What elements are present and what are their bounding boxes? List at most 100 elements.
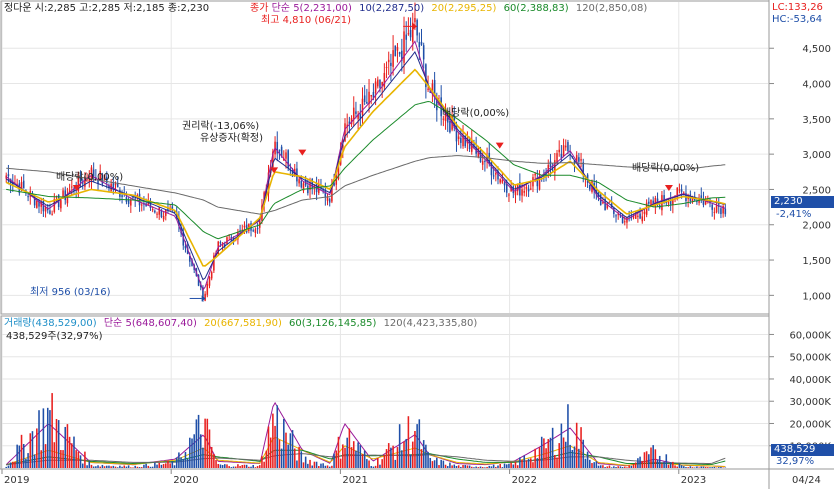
volume-bar: [342, 444, 344, 468]
volume-bar: [634, 462, 637, 468]
volume-bar: [687, 467, 689, 468]
candle-body: [154, 210, 156, 213]
volume-bar: [62, 450, 64, 468]
volume-bar: [243, 464, 246, 468]
volume-bar: [357, 442, 359, 468]
volume-bar: [683, 466, 685, 468]
ma-legend: 종가 단순 5(2,231,00) 10(2,287,50) 20(2,295,…: [250, 3, 647, 15]
volume-bar: [217, 463, 220, 468]
current-price-tag: 2,230: [771, 196, 834, 208]
candle-body: [383, 72, 386, 88]
volume-bar: [477, 467, 480, 468]
volume-bar: [536, 458, 539, 468]
volume-bar: [309, 459, 311, 468]
volume-bar: [121, 466, 123, 468]
volume-bar: [575, 422, 578, 468]
candle-body: [639, 213, 641, 219]
volume-bar: [632, 464, 635, 468]
volume-bar: [331, 465, 333, 468]
volume-bar: [595, 461, 598, 468]
candle-body: [523, 190, 526, 193]
candle-body: [140, 204, 143, 206]
candle-body: [379, 79, 381, 88]
candle-body: [414, 18, 416, 23]
volume-bar: [628, 465, 630, 468]
candle-body: [252, 230, 254, 232]
current-volume: 438,529: [774, 444, 816, 455]
volume-bar: [191, 438, 193, 468]
volume-bar: [158, 462, 161, 468]
volume-bar: [615, 467, 617, 468]
candle-body: [711, 204, 713, 210]
candle-body: [394, 45, 397, 57]
volume-bar: [138, 467, 141, 468]
stock-chart[interactable]: 1,000 1,500 2,000 2,500 3,000 3,500 4,000 4,500…: [0, 0, 834, 489]
volume-bar: [256, 466, 259, 468]
volume-bar: [322, 463, 324, 468]
volume-bar: [213, 453, 215, 468]
volume-bar: [707, 467, 709, 468]
volume-bar: [425, 444, 427, 468]
candle-body: [449, 120, 451, 133]
candle-body: [637, 215, 639, 217]
volume-bar: [407, 416, 410, 468]
volume-bar: [665, 454, 668, 468]
candle-body: [508, 194, 510, 196]
candle-body: [720, 208, 722, 215]
volume-bar: [674, 465, 676, 468]
volume-bar: [663, 461, 665, 468]
volume-bar: [501, 467, 504, 468]
volume-bar: [285, 432, 287, 468]
volume-bar: [405, 438, 407, 468]
volume-bar: [650, 447, 652, 468]
volume-bar: [293, 448, 296, 468]
candle-body: [405, 34, 407, 40]
price-tick-label: 1,000: [802, 291, 831, 302]
volume-bar: [499, 463, 501, 468]
volume-bar: [119, 465, 121, 468]
candle-body: [204, 293, 206, 301]
volume-bar: [346, 437, 348, 468]
candle-body: [667, 202, 670, 204]
volume-bar: [311, 465, 314, 468]
candle-body: [623, 221, 626, 223]
candle-body: [254, 229, 257, 233]
volume-bar: [429, 457, 432, 468]
volume-bar: [492, 464, 495, 468]
volume-bar: [248, 466, 250, 468]
candle-body: [51, 213, 53, 215]
candle-body: [700, 195, 703, 199]
candle-body: [580, 159, 582, 161]
volume-bar: [560, 423, 563, 468]
candle-body: [151, 209, 154, 211]
volume-bar: [558, 443, 560, 468]
volume-bar: [551, 427, 554, 468]
candle-body: [71, 186, 73, 188]
volume-bar: [604, 467, 606, 468]
volume-bar: [254, 467, 257, 468]
volume-bar: [470, 466, 473, 468]
volume-bar: [114, 466, 117, 468]
candle-body: [328, 198, 331, 203]
volume-bar: [112, 465, 115, 468]
volume-bar: [171, 461, 174, 468]
candle-body: [534, 173, 536, 176]
candle-body: [363, 95, 366, 103]
volume-bar: [444, 464, 447, 468]
volume-bar: [9, 462, 12, 468]
vol-ma-type: 단순: [103, 318, 123, 329]
close-label: 종가: [250, 3, 269, 14]
volume-bar: [145, 463, 147, 468]
bonus-annotation: 유상증자(확정): [200, 133, 264, 144]
price-tick-label: 2,500: [802, 185, 831, 196]
volume-bar: [224, 464, 226, 468]
x-tick-label: 04/24: [792, 475, 821, 486]
candle-body: [352, 107, 355, 119]
x-tick-label: 2021: [342, 475, 367, 486]
vol-ma20-legend: 20(667,581,90): [204, 318, 282, 329]
price-tick-label: 4,500: [802, 44, 831, 55]
volume-bar: [77, 451, 80, 468]
candle-body: [643, 211, 646, 214]
volume-bar: [123, 465, 126, 468]
volume-bar: [654, 449, 657, 468]
